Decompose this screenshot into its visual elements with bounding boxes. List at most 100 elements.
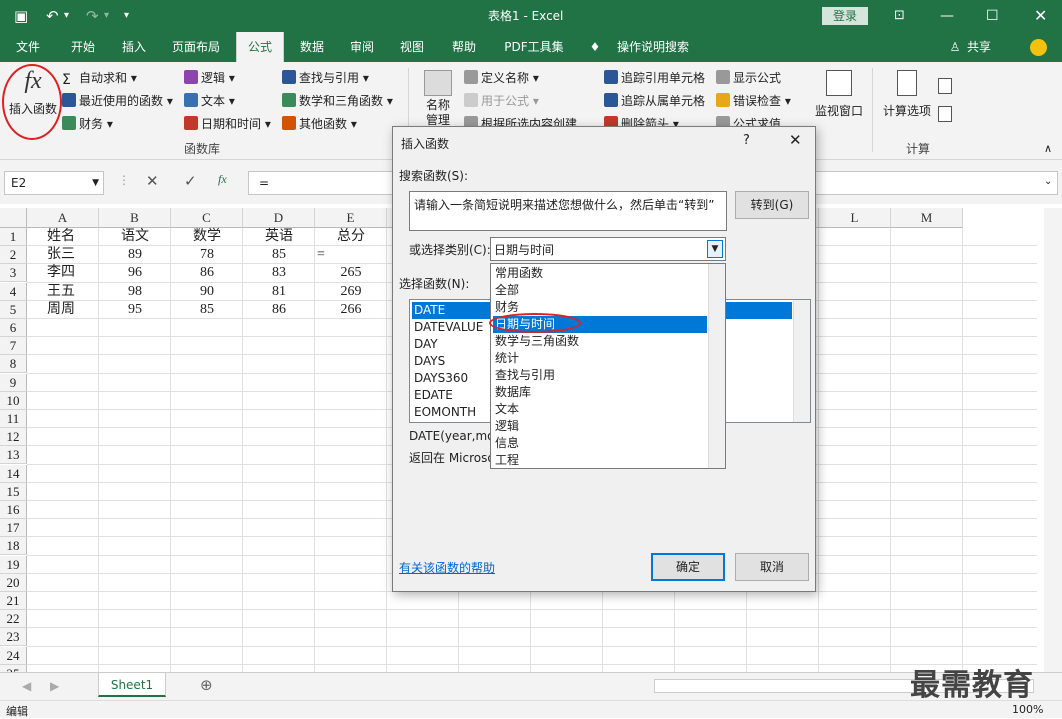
row-header-21[interactable]: 21 bbox=[0, 592, 27, 610]
column-header-L[interactable]: L bbox=[819, 208, 891, 228]
row-header-20[interactable]: 20 bbox=[0, 573, 27, 592]
cell-A1[interactable]: 姓名 bbox=[47, 228, 97, 246]
cell-A2[interactable]: 张三 bbox=[47, 246, 97, 264]
column-header-C[interactable]: C bbox=[171, 208, 243, 228]
datetime-button[interactable]: 日期和时间 ▾ bbox=[184, 114, 271, 134]
tab-data[interactable]: 数据 bbox=[292, 32, 332, 62]
insert-function-fx-icon[interactable]: fx bbox=[218, 172, 227, 187]
maximize-icon[interactable]: ☐ bbox=[986, 0, 999, 32]
autosum-button[interactable]: Σ 自动求和 ▾ bbox=[62, 68, 137, 88]
calculate-sheet-icon[interactable] bbox=[938, 106, 952, 122]
tab-pdf-tools[interactable]: PDF工具集 bbox=[496, 32, 572, 62]
lookup-button[interactable]: 查找与引用 ▾ bbox=[282, 68, 369, 88]
category-option[interactable]: 常用函数 bbox=[493, 265, 707, 282]
calc-options-button[interactable]: 计算选项 bbox=[880, 70, 934, 119]
function-list-scrollbar[interactable] bbox=[793, 300, 810, 422]
cell-A3[interactable]: 李四 bbox=[47, 264, 97, 282]
cell-D1[interactable]: 英语 bbox=[243, 228, 315, 246]
category-option[interactable]: 信息 bbox=[493, 435, 707, 452]
cell-E3[interactable]: 265 bbox=[315, 264, 387, 282]
cell-E2[interactable]: = bbox=[315, 246, 387, 264]
expand-formula-icon[interactable]: ⌄ bbox=[1044, 176, 1052, 187]
text-functions-button[interactable]: 文本 ▾ bbox=[184, 91, 235, 111]
next-sheet-icon[interactable]: ▶ bbox=[50, 679, 59, 693]
cancel-button[interactable]: 取消 bbox=[735, 553, 809, 581]
column-header-A[interactable]: A bbox=[27, 208, 99, 228]
close-icon[interactable]: ✕ bbox=[1034, 0, 1047, 32]
cell-A5[interactable]: 周周 bbox=[47, 301, 97, 319]
tell-me-search[interactable]: 操作说明搜索 bbox=[612, 32, 694, 62]
add-sheet-icon[interactable]: ⊕ bbox=[200, 676, 213, 694]
row-header-11[interactable]: 11 bbox=[0, 410, 27, 428]
row-header-7[interactable]: 7 bbox=[0, 337, 27, 356]
define-name-button[interactable]: 定义名称 ▾ bbox=[464, 68, 539, 88]
cell-B3[interactable]: 96 bbox=[99, 264, 171, 282]
cell-D4[interactable]: 81 bbox=[243, 283, 315, 301]
category-select[interactable]: 日期与时间 ▼ bbox=[490, 237, 726, 261]
category-dropdown-icon[interactable]: ▼ bbox=[707, 240, 723, 258]
show-formulas-button[interactable]: 显示公式 bbox=[716, 68, 781, 88]
save-icon[interactable]: ▣ bbox=[14, 0, 28, 32]
row-header-4[interactable]: 4 bbox=[0, 282, 27, 301]
trace-precedents-button[interactable]: 追踪引用单元格 bbox=[604, 68, 705, 88]
category-list-scrollbar[interactable] bbox=[708, 264, 725, 468]
logical-button[interactable]: 逻辑 ▾ bbox=[184, 68, 235, 88]
cell-C1[interactable]: 数学 bbox=[171, 228, 243, 246]
tab-page-layout[interactable]: 页面布局 bbox=[164, 32, 228, 62]
row-header-1[interactable]: 1 bbox=[0, 228, 27, 246]
row-header-22[interactable]: 22 bbox=[0, 610, 27, 629]
category-option[interactable]: 数学与三角函数 bbox=[493, 333, 707, 350]
cell-B2[interactable]: 89 bbox=[99, 246, 171, 264]
cancel-formula-icon[interactable]: ✕ bbox=[146, 172, 159, 190]
select-all-corner[interactable] bbox=[0, 208, 27, 228]
login-button[interactable]: 登录 bbox=[822, 7, 868, 25]
function-help-link[interactable]: 有关该函数的帮助 bbox=[399, 559, 495, 576]
category-option[interactable]: 查找与引用 bbox=[493, 367, 707, 384]
row-header-2[interactable]: 2 bbox=[0, 246, 27, 265]
other-functions-button[interactable]: 其他函数 ▾ bbox=[282, 114, 357, 134]
column-header-B[interactable]: B bbox=[99, 208, 171, 228]
row-header-23[interactable]: 23 bbox=[0, 628, 27, 647]
tab-home[interactable]: 开始 bbox=[62, 32, 104, 62]
category-option[interactable]: 统计 bbox=[493, 350, 707, 367]
cell-B4[interactable]: 98 bbox=[99, 283, 171, 301]
sheet-tab[interactable]: Sheet1 bbox=[98, 673, 166, 697]
use-in-formula-button[interactable]: 用于公式 ▾ bbox=[464, 91, 539, 111]
row-header-18[interactable]: 18 bbox=[0, 537, 27, 556]
cell-B5[interactable]: 95 bbox=[99, 301, 171, 319]
dialog-help-button[interactable]: ? bbox=[743, 133, 750, 148]
column-header-M[interactable]: M bbox=[891, 208, 963, 228]
ok-button[interactable]: 确定 bbox=[651, 553, 725, 581]
row-header-8[interactable]: 8 bbox=[0, 355, 27, 374]
minimize-icon[interactable]: — bbox=[940, 0, 954, 32]
row-header-15[interactable]: 15 bbox=[0, 482, 27, 501]
row-header-5[interactable]: 5 bbox=[0, 300, 27, 319]
customize-qat-icon[interactable]: ▾ bbox=[124, 0, 129, 32]
tab-help[interactable]: 帮助 bbox=[444, 32, 484, 62]
column-header-D[interactable]: D bbox=[243, 208, 315, 228]
ribbon-display-icon[interactable]: ⊡ bbox=[894, 0, 905, 32]
tab-review[interactable]: 审阅 bbox=[342, 32, 382, 62]
tab-formulas[interactable]: 公式 bbox=[236, 32, 284, 62]
row-header-10[interactable]: 10 bbox=[0, 391, 27, 410]
search-textarea[interactable]: 请输入一条简短说明来描述您想做什么，然后单击“转到” bbox=[409, 191, 727, 231]
category-option[interactable]: 工程 bbox=[493, 452, 707, 469]
name-box-dropdown-icon[interactable]: ▼ bbox=[92, 172, 99, 194]
prev-sheet-icon[interactable]: ◀ bbox=[22, 679, 31, 693]
cell-E5[interactable]: 266 bbox=[315, 301, 387, 319]
goto-button[interactable]: 转到(G) bbox=[735, 191, 809, 219]
cell-C5[interactable]: 85 bbox=[171, 301, 243, 319]
smiley-icon[interactable] bbox=[1030, 39, 1047, 56]
share-button[interactable]: 共享 bbox=[964, 32, 994, 62]
cell-D3[interactable]: 83 bbox=[243, 264, 315, 282]
row-header-16[interactable]: 16 bbox=[0, 501, 27, 519]
cell-D2[interactable]: 85 bbox=[243, 246, 315, 264]
row-header-12[interactable]: 12 bbox=[0, 428, 27, 447]
trace-dependents-button[interactable]: 追踪从属单元格 bbox=[604, 91, 705, 111]
error-checking-button[interactable]: 错误检查 ▾ bbox=[716, 91, 791, 111]
row-header-17[interactable]: 17 bbox=[0, 519, 27, 538]
dialog-close-icon[interactable]: ✕ bbox=[789, 131, 802, 149]
row-header-13[interactable]: 13 bbox=[0, 446, 27, 465]
undo-icon[interactable]: ↶ bbox=[46, 0, 59, 32]
name-box[interactable]: E2 ▼ bbox=[4, 171, 104, 195]
